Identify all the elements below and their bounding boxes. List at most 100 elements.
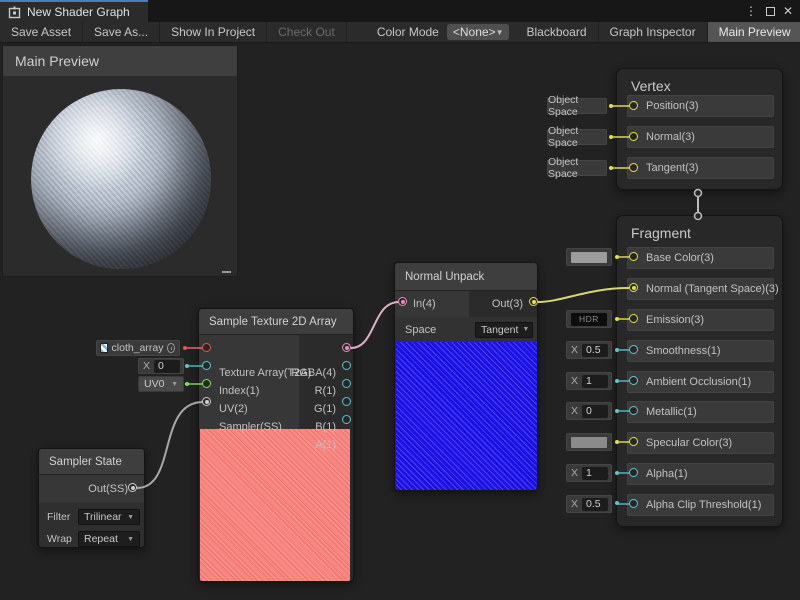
ambient-occlusion-value[interactable]: 1 — [582, 375, 608, 388]
port-index[interactable] — [202, 361, 211, 370]
port-metallic-input[interactable] — [629, 406, 638, 415]
preview-resize-handle[interactable] — [222, 271, 231, 273]
port-tangent-input[interactable] — [629, 163, 638, 172]
index-field[interactable]: X 0 — [138, 358, 184, 374]
port-rgba-output[interactable] — [342, 343, 351, 352]
sampler-out-label: Out(SS) — [88, 483, 128, 495]
vertex-node[interactable]: Vertex Position(3) Normal(3) Tangent(3) — [616, 68, 783, 190]
port-ambient-occlusion-input[interactable] — [629, 376, 638, 385]
color-swatch[interactable] — [571, 252, 607, 263]
alpha-clip-value[interactable]: 0.5 — [582, 498, 608, 511]
alpha-clip-field[interactable]: X 0.5 — [566, 495, 612, 513]
binding-object-space-2: Object Space — [547, 129, 607, 145]
texture-array-object-field[interactable]: cloth_array — [96, 340, 180, 356]
port-smoothness-input[interactable] — [629, 345, 638, 354]
port-specular-color-input[interactable] — [629, 437, 638, 446]
fragment-node[interactable]: Fragment Base Color(3) Normal (Tangent S… — [616, 215, 783, 527]
wrap-dropdown[interactable]: Repeat ▼ — [78, 531, 140, 547]
stack-connector-top — [695, 190, 702, 197]
port-alpha-clip-input[interactable] — [629, 499, 638, 508]
port-sampler[interactable] — [202, 397, 211, 406]
alpha-field[interactable]: X 1 — [566, 464, 612, 482]
blackboard-button[interactable]: Blackboard — [515, 22, 598, 42]
vertex-row-tangent[interactable]: Tangent(3) — [627, 157, 774, 179]
alpha-value[interactable]: 1 — [582, 467, 608, 480]
main-preview-button[interactable]: Main Preview — [708, 22, 800, 42]
fragment-row-smoothness[interactable]: Smoothness(1) — [627, 340, 774, 362]
vertex-node-title: Vertex — [631, 78, 671, 94]
port-normal-input[interactable] — [629, 132, 638, 141]
wire-rgba-to-in[interactable] — [351, 302, 399, 348]
port-normal-tangent-input[interactable] — [629, 283, 638, 292]
tab-new-shader-graph[interactable]: New Shader Graph — [0, 0, 148, 22]
sample-texture-2d-array-node[interactable]: Sample Texture 2D Array Texture Array(T2… — [198, 308, 354, 582]
title-bar: New Shader Graph ⋮ ✕ — [0, 0, 800, 22]
color-swatch[interactable] — [571, 437, 607, 448]
color-mode-dropdown[interactable]: <None> ▼ — [447, 24, 510, 40]
ambient-occlusion-field[interactable]: X 1 — [566, 372, 612, 390]
port-sampler-state-out[interactable] — [128, 483, 137, 492]
fragment-row-base-color[interactable]: Base Color(3) — [627, 247, 774, 269]
dropdown-arrow-icon: ▼ — [496, 28, 504, 37]
port-base-color-input[interactable] — [629, 252, 638, 261]
base-color-swatch[interactable] — [566, 248, 612, 266]
show-in-project-button[interactable]: Show In Project — [160, 22, 267, 42]
fragment-row-normal[interactable]: Normal (Tangent Space)(3) — [627, 278, 774, 300]
fragment-row-ambient-occlusion[interactable]: Ambient Occlusion(1) — [627, 371, 774, 393]
fragment-node-title: Fragment — [631, 225, 691, 241]
fragment-row-emission[interactable]: Emission(3) — [627, 309, 774, 331]
fragment-row-alpha-clip[interactable]: Alpha Clip Threshold(1) — [627, 494, 774, 516]
normal-unpack-node[interactable]: Normal Unpack In(4) Out(3) Space Tangent… — [394, 262, 538, 491]
preview-sphere[interactable] — [31, 89, 211, 269]
close-icon[interactable]: ✕ — [779, 0, 797, 22]
specular-color-swatch[interactable] — [566, 433, 612, 451]
smoothness-field[interactable]: X 0.5 — [566, 341, 612, 359]
sampler-state-title: Sampler State — [39, 449, 144, 475]
port-emission-input[interactable] — [629, 314, 638, 323]
graph-canvas[interactable]: Main Preview Vertex Position(3) Normal(3… — [0, 0, 800, 600]
vertex-row-normal[interactable]: Normal(3) — [627, 126, 774, 148]
binding-object-space-3: Object Space — [547, 160, 607, 176]
port-g-output[interactable] — [342, 379, 351, 388]
alpha-dot — [615, 471, 619, 475]
metallic-field[interactable]: X 0 — [566, 402, 612, 420]
port-r-output[interactable] — [342, 361, 351, 370]
sample-node-preview[interactable] — [200, 429, 350, 582]
kebab-menu-icon[interactable]: ⋮ — [742, 0, 760, 22]
alpha-clip-dot — [615, 501, 619, 505]
port-a-output[interactable] — [342, 415, 351, 424]
uv-channel-dropdown[interactable]: UV0 ▼ — [138, 376, 184, 392]
filter-label: Filter — [47, 511, 78, 523]
vertex-row-position[interactable]: Position(3) — [627, 95, 774, 117]
metallic-value[interactable]: 0 — [582, 405, 608, 418]
port-unpack-in[interactable] — [398, 297, 407, 306]
port-texture-array[interactable] — [202, 343, 211, 352]
port-uv[interactable] — [202, 379, 211, 388]
sampler-state-node[interactable]: Sampler State Out(SS) Filter Trilinear ▼… — [38, 448, 145, 548]
space-dropdown[interactable]: Tangent ▼ — [475, 322, 533, 338]
fragment-row-specular-color[interactable]: Specular Color(3) — [627, 432, 774, 454]
index-value[interactable]: 0 — [154, 360, 180, 373]
port-position-input[interactable] — [629, 101, 638, 110]
save-as-button[interactable]: Save As... — [83, 22, 160, 42]
uv-channel-value: UV0 — [144, 378, 164, 390]
maximize-icon[interactable] — [761, 0, 779, 22]
binding-dot-3 — [609, 166, 613, 170]
graph-inspector-button[interactable]: Graph Inspector — [599, 22, 708, 42]
object-picker-icon[interactable] — [167, 343, 175, 353]
emission-hdr-widget[interactable]: HDR — [566, 310, 612, 328]
fragment-row-alpha[interactable]: Alpha(1) — [627, 463, 774, 485]
smoothness-value[interactable]: 0.5 — [582, 344, 608, 357]
save-asset-button[interactable]: Save Asset — [0, 22, 83, 42]
hdr-badge[interactable]: HDR — [571, 313, 607, 326]
normal-unpack-preview[interactable] — [396, 342, 538, 491]
wire-sampler-state[interactable] — [137, 402, 203, 488]
port-unpack-out[interactable] — [529, 297, 538, 306]
filter-dropdown[interactable]: Trilinear ▼ — [78, 509, 140, 525]
color-mode-value: <None> — [453, 25, 496, 39]
fragment-row-metallic[interactable]: Metallic(1) — [627, 401, 774, 423]
port-b-output[interactable] — [342, 397, 351, 406]
port-alpha-input[interactable] — [629, 468, 638, 477]
metallic-dot — [615, 409, 619, 413]
space-row: Space Tangent ▼ — [395, 317, 537, 342]
